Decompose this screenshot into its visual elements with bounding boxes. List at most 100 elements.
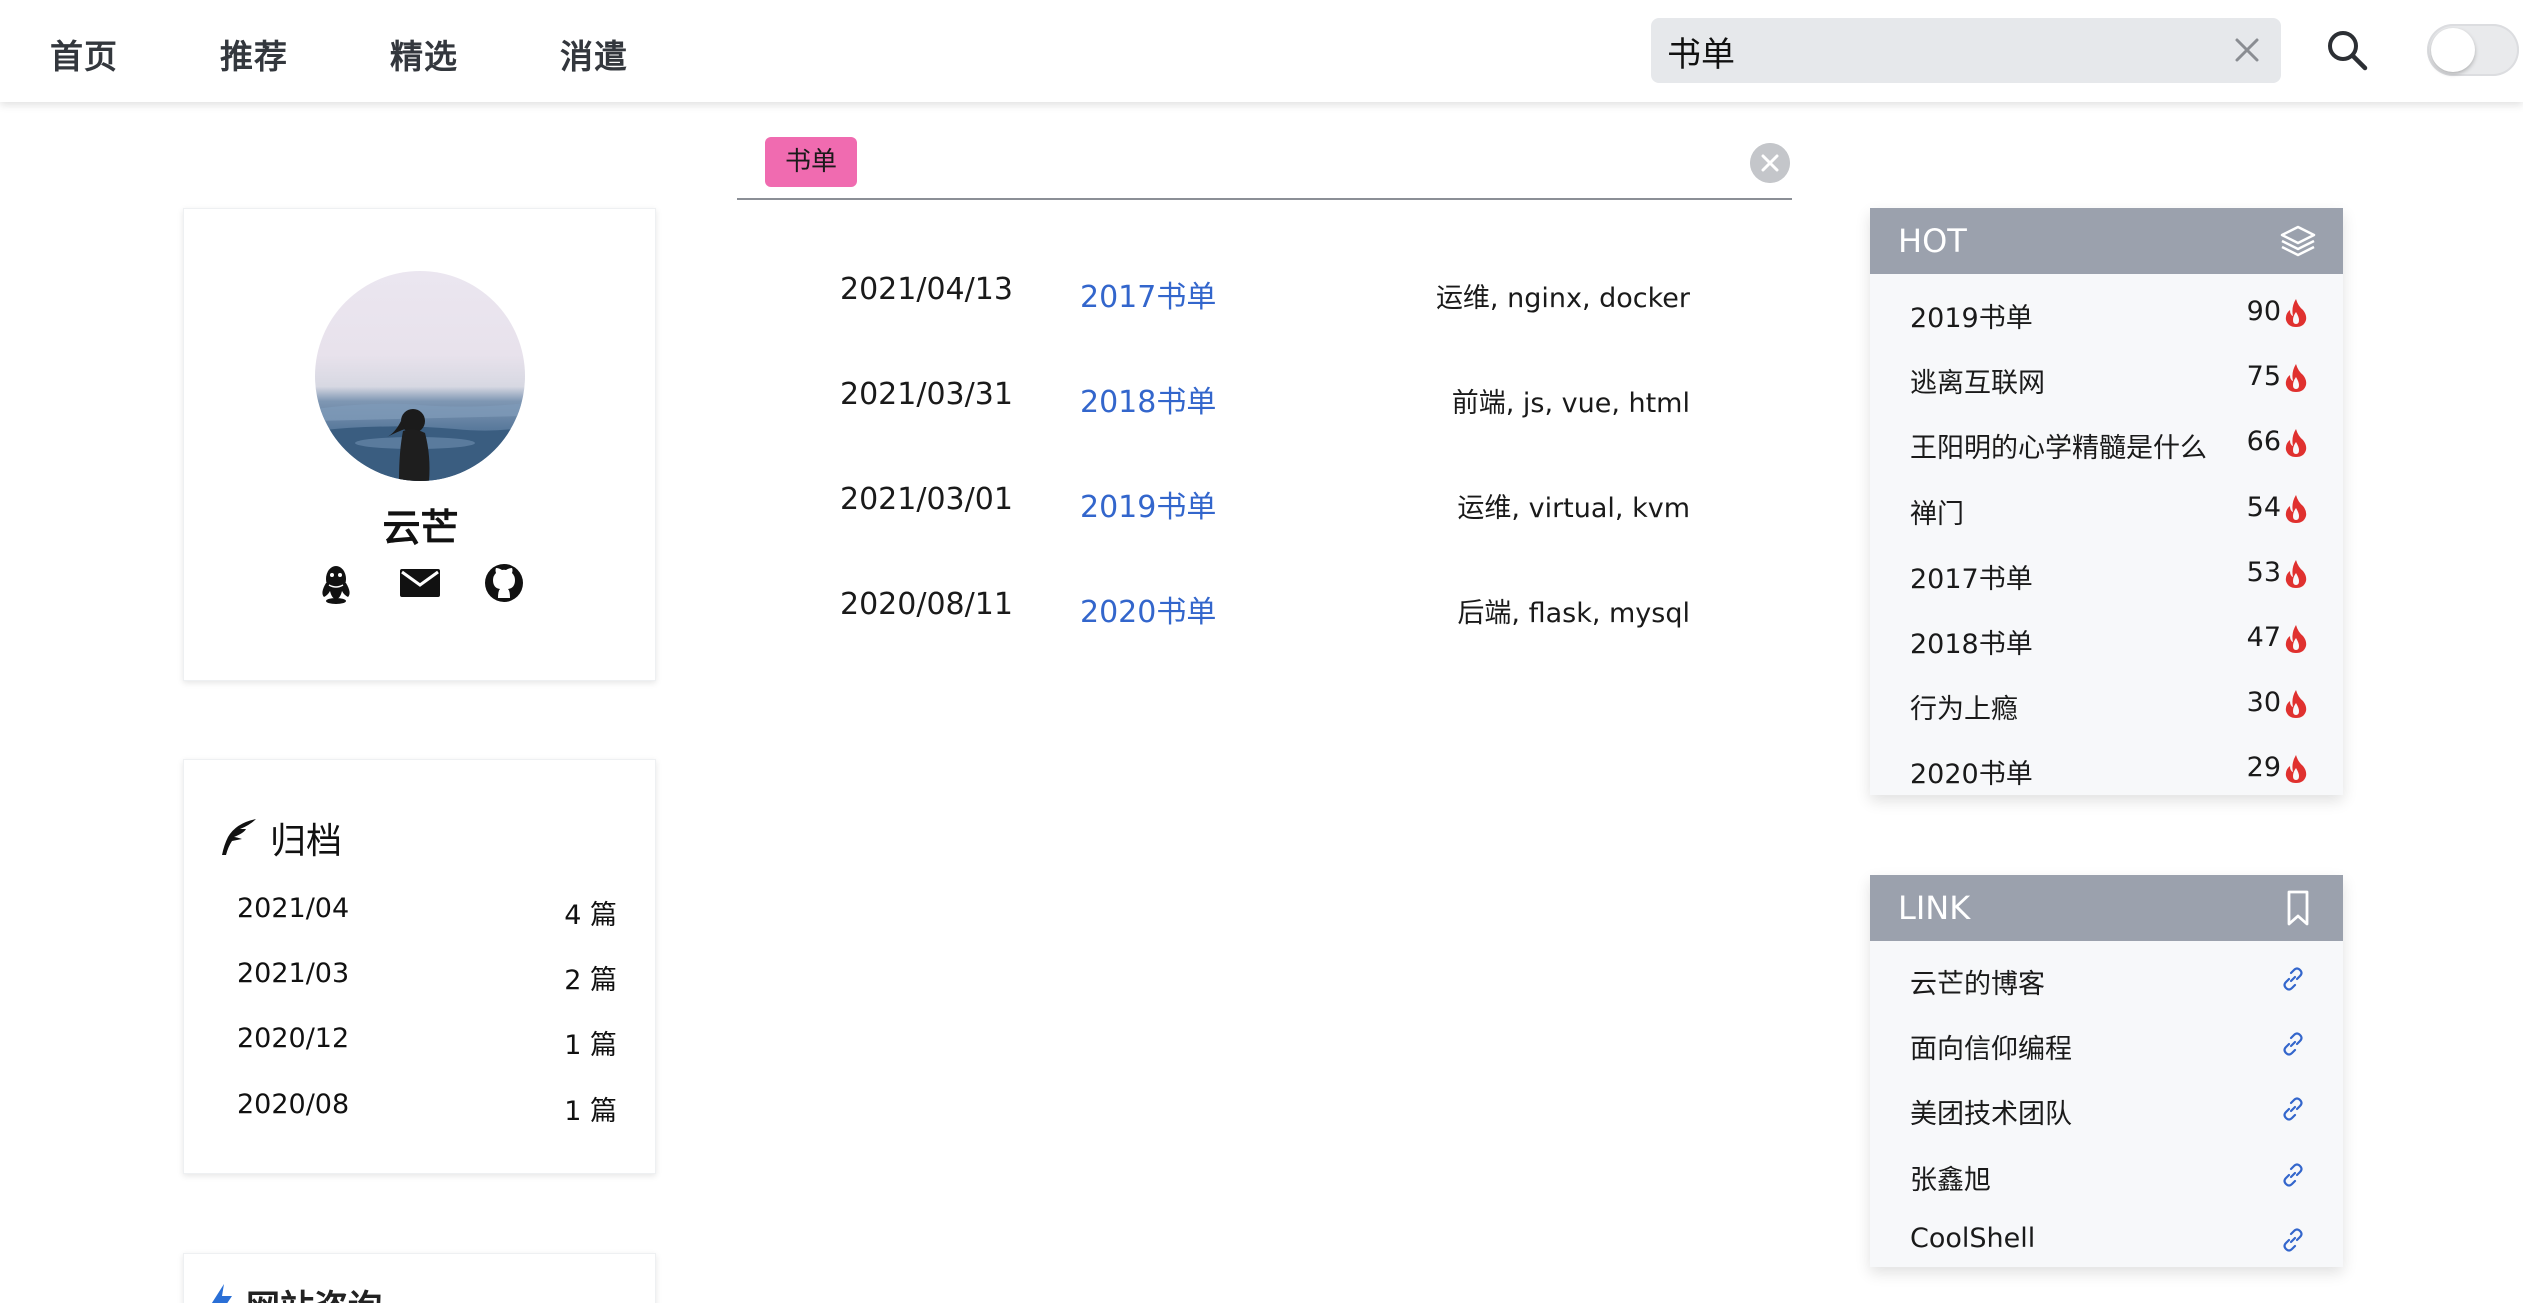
search-icon[interactable]: [2325, 28, 2369, 72]
link-icon: [2283, 967, 2303, 991]
hot-item-label: 王阳明的心学精髓是什么: [1910, 433, 2207, 465]
archive-item[interactable]: 2021/04 4 篇: [237, 889, 617, 931]
hot-item[interactable]: 行为上瘾 30: [1870, 677, 2343, 729]
clear-tags-icon[interactable]: [1750, 143, 1790, 183]
result-title-link[interactable]: 2017书单: [1080, 272, 1216, 316]
nav-featured[interactable]: 精选: [390, 30, 458, 78]
hot-item-count: 75: [2246, 361, 2281, 393]
hot-item-label: 2017书单: [1910, 563, 2033, 595]
feather-icon: [222, 819, 256, 855]
profile-name: 云芒: [382, 506, 459, 550]
link-item-label: 面向信仰编程: [1910, 1034, 2072, 1066]
hot-item[interactable]: 逃离互联网 75: [1870, 351, 2343, 403]
hot-item[interactable]: 2020书单 29: [1870, 742, 2343, 794]
link-item-label: 美团技术团队: [1910, 1099, 2072, 1131]
hot-item-label: 2019书单: [1910, 303, 2033, 334]
link-item-label: CoolShell: [1910, 1222, 2036, 1254]
result-row: 2020/08/11 2020书单 后端, flask, mysql: [840, 581, 1690, 631]
link-panel: LINK 云芒的博客面向信仰编程 美团技术团队张鑫旭 CoolShell: [1870, 875, 2343, 1267]
hot-item-count: 66: [2246, 426, 2281, 458]
result-tags: 前端, js, vue, html: [1451, 388, 1690, 419]
result-title-link[interactable]: 2018书单: [1080, 377, 1216, 421]
result-tags: 运维, nginx, docker: [1435, 283, 1690, 314]
result-row: 2021/03/31 2018书单 前端, js, vue, html: [840, 371, 1690, 421]
close-icon[interactable]: [2229, 32, 2265, 68]
search-box: [1651, 18, 2281, 83]
search-input[interactable]: [1667, 26, 2207, 76]
hot-item[interactable]: 王阳明的心学精髓是什么 66: [1870, 416, 2343, 468]
link-item[interactable]: CoolShell: [1870, 1213, 2343, 1265]
tag-chip[interactable]: 书单: [765, 137, 858, 187]
archive-count: 1 篇: [564, 1030, 617, 1061]
archive-count: 4 篇: [564, 900, 617, 931]
hot-panel-header: HOT: [1870, 208, 2343, 274]
github-icon[interactable]: [482, 561, 526, 605]
hot-item[interactable]: 2017书单 53: [1870, 547, 2343, 599]
result-title-link[interactable]: 2020书单: [1080, 587, 1216, 631]
hot-item-count: 29: [2246, 752, 2281, 784]
hot-panel: HOT 2019书单 90 逃离互联网 75 王阳明的心学精髓是什么 66 禅门 54 2017…: [1870, 208, 2343, 795]
fire-icon: [2285, 429, 2307, 458]
link-item[interactable]: 美团技术团队: [1870, 1082, 2343, 1134]
result-row: 2021/04/13 2017书单 运维, nginx, docker: [840, 266, 1690, 316]
site-info-card: 网站咨询: [183, 1253, 656, 1303]
avatar-image: [315, 403, 525, 481]
archive-month: 2020/12: [237, 1023, 350, 1054]
result-tags: 运维, virtual, kvm: [1457, 493, 1690, 524]
fire-icon: [2285, 299, 2307, 327]
mail-icon[interactable]: [398, 561, 442, 605]
nav-home[interactable]: 首页: [50, 30, 118, 78]
archive-count: 2 篇: [564, 965, 617, 996]
hot-item[interactable]: 2018书单 47: [1870, 612, 2343, 664]
fire-icon: [2285, 690, 2307, 719]
result-tags: 后端, flask, mysql: [1457, 598, 1690, 629]
archive-item[interactable]: 2020/08 1 篇: [237, 1085, 617, 1127]
result-date: 2021/03/01: [840, 482, 1013, 517]
result-date: 2020/08/11: [840, 587, 1013, 622]
link-icon: [2283, 1032, 2303, 1056]
link-item[interactable]: 面向信仰编程: [1870, 1017, 2343, 1069]
archive-count: 1 篇: [564, 1096, 617, 1127]
hot-panel-title: HOT: [1898, 222, 1967, 260]
hot-item-count: 90: [2246, 296, 2281, 327]
link-panel-header: LINK: [1870, 875, 2343, 941]
hot-item-count: 54: [2246, 491, 2281, 523]
result-title-link[interactable]: 2019书单: [1080, 482, 1216, 526]
hot-item-label: 2020书单: [1910, 759, 2033, 791]
hot-item[interactable]: 禅门 54: [1870, 482, 2343, 534]
hot-item-label: 行为上瘾: [1910, 694, 2018, 726]
hot-item-label: 逃离互联网: [1910, 368, 2045, 400]
archive-item[interactable]: 2020/12 1 篇: [237, 1019, 617, 1061]
archive-month: 2021/04: [237, 893, 350, 924]
archive-card: 归档 2021/04 4 篇 2021/03 2 篇 2020/12 1 篇 2…: [183, 759, 656, 1174]
tag-filter-bar: 书单: [737, 130, 1792, 200]
archive-month: 2020/08: [237, 1089, 350, 1120]
lightning-icon: [211, 1284, 232, 1303]
fire-icon: [2285, 494, 2307, 523]
nav-recommend[interactable]: 推荐: [220, 30, 288, 78]
hot-item-count: 47: [2246, 622, 2281, 653]
nav-leisure[interactable]: 消遣: [560, 30, 628, 78]
top-navbar: 首页 推荐 精选 消遣: [0, 0, 2523, 102]
site-info-title: 网站咨询: [246, 1280, 382, 1303]
result-date: 2021/03/31: [840, 377, 1013, 412]
result-row: 2021/03/01 2019书单 运维, virtual, kvm: [840, 476, 1690, 526]
bookmark-icon: [2287, 890, 2309, 926]
qq-icon[interactable]: [314, 561, 358, 605]
layers-icon: [2280, 225, 2316, 257]
theme-toggle[interactable]: [2427, 24, 2519, 76]
hot-item-label: 禅门: [1910, 498, 1964, 530]
hot-item[interactable]: 2019书单 90: [1870, 286, 2343, 338]
fire-icon: [2285, 755, 2307, 784]
link-panel-title: LINK: [1898, 889, 1971, 927]
profile-card: 云芒: [183, 208, 656, 681]
link-item[interactable]: 张鑫旭: [1870, 1148, 2343, 1200]
archive-month: 2021/03: [237, 958, 350, 989]
hot-item-count: 53: [2246, 556, 2281, 588]
link-icon: [2283, 1097, 2303, 1121]
archive-title: 归档: [270, 821, 343, 862]
link-item[interactable]: 云芒的博客: [1870, 952, 2343, 1004]
link-item-label: 云芒的博客: [1910, 969, 2045, 1000]
archive-item[interactable]: 2021/03 2 篇: [237, 954, 617, 996]
fire-icon: [2285, 559, 2307, 588]
